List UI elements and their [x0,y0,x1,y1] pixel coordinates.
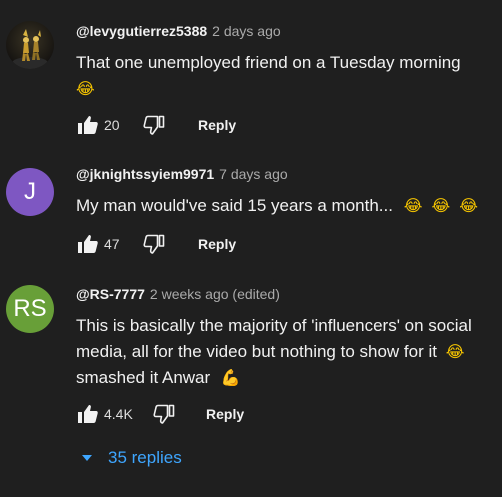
laughing-emoji: 😂 [76,79,95,98]
author-name[interactable]: @jknightssyiem9971 [76,166,214,182]
author-name[interactable]: @RS-7777 [76,286,145,302]
comment-text: This is basically the majority of 'influ… [76,313,492,391]
avatar[interactable] [6,21,54,69]
avatar-letter: RS [13,295,47,322]
like-count: 20 [104,117,120,133]
comment-header: @levygutierrez5388 2 days ago [76,23,281,43]
dislike-button[interactable] [140,230,168,258]
view-replies-button[interactable]: 35 replies [80,446,182,470]
thumbs-down-icon [153,404,175,424]
thumbs-up-icon [78,405,98,423]
comment-time[interactable]: 2 days ago [212,23,281,39]
flexed-bicep-emoji: 💪 [220,368,241,387]
avatar-letter: J [24,178,36,205]
like-button[interactable] [74,230,102,258]
comment-actions: 4.4K Reply [74,400,244,428]
thumbs-down-icon [143,234,165,254]
thumbs-up-icon [78,235,98,253]
like-count: 47 [104,236,120,252]
comment-actions: 47 Reply [74,230,236,258]
thumbs-down-icon [143,115,165,135]
caret-down-icon [82,455,92,461]
like-button[interactable] [74,111,102,139]
comment-time[interactable]: 7 days ago [219,166,288,182]
like-count: 4.4K [104,406,133,422]
comment-text-line: This is basically the majority of 'influ… [76,316,472,335]
like-button[interactable] [74,400,102,428]
comment-text-segment: smashed it Anwar [76,368,211,387]
laughing-emoji: 😂 😂 😂 [403,196,480,215]
comment-text-segment: media, all for the video but nothing to … [76,342,437,361]
reply-button[interactable]: Reply [198,236,236,252]
comment-text: That one unemployed friend on a Tuesday … [76,50,492,102]
replies-count-label: 35 replies [108,448,182,467]
reply-button[interactable]: Reply [198,117,236,133]
avatar-photo-icon [12,29,48,69]
thumbs-up-icon [78,116,98,134]
reply-button[interactable]: Reply [206,406,244,422]
comment-header: @RS-7777 2 weeks ago (edited) [76,286,280,306]
dislike-button[interactable] [150,400,178,428]
comment-actions: 20 Reply [74,111,236,139]
comment-text-line: media, all for the video but nothing to … [76,339,492,365]
dislike-button[interactable] [140,111,168,139]
comment-text-line: That one unemployed friend on a Tuesday … [76,53,461,72]
comment-text: My man would've said 15 years a month...… [76,193,492,219]
author-name[interactable]: @levygutierrez5388 [76,23,207,39]
comment-time[interactable]: 2 weeks ago (edited) [150,286,280,302]
avatar[interactable]: J [6,168,54,216]
comment-header: @jknightssyiem9971 7 days ago [76,166,288,186]
comment-text-line: My man would've said 15 years a month... [76,196,393,215]
comment-text-line: smashed it Anwar 💪 [76,365,492,391]
laughing-emoji: 😂 [445,342,465,361]
avatar[interactable]: RS [6,285,54,333]
